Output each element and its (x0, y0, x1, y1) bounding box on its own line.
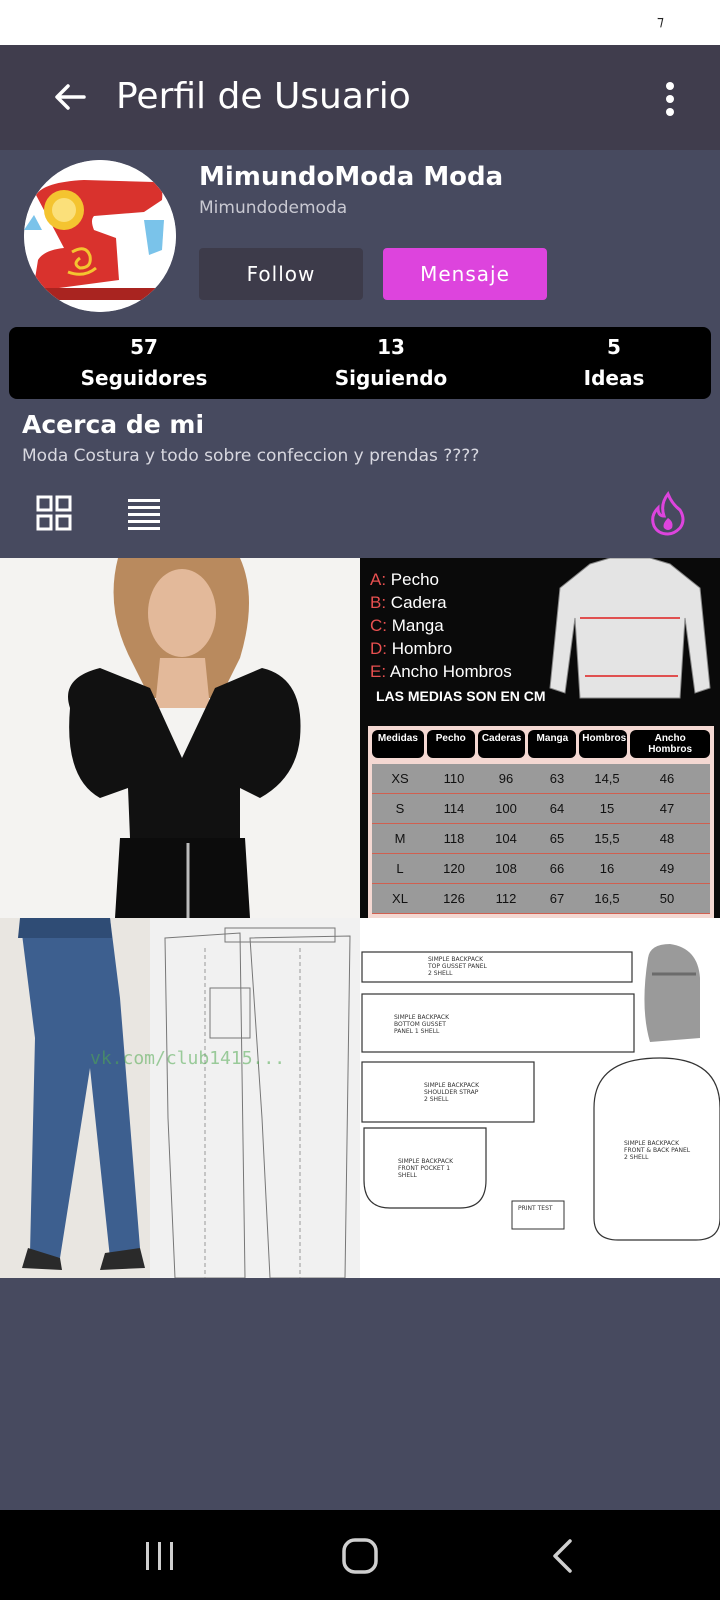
avatar[interactable] (24, 160, 176, 312)
about-text: Moda Costura y todo sobre confeccion y p… (22, 446, 480, 466)
size-table-header: Medidas Pecho Caderas Manga Hombros Anch… (372, 730, 710, 758)
followers-label: Seguidores (80, 366, 208, 390)
signal-icon: ⁊ (657, 14, 664, 30)
recent-apps-icon[interactable] (142, 1540, 178, 1572)
post-tile-size-chart[interactable]: A: Pecho B: Cadera C: Manga D: Hombro E:… (360, 558, 720, 918)
follow-button[interactable]: Follow (199, 248, 363, 300)
stat-ideas[interactable]: 5 Ideas (534, 333, 694, 395)
page-title: Perfil de Usuario (116, 76, 411, 117)
legend-row-c: C: Manga (370, 616, 444, 635)
app-bar: Perfil de Usuario (0, 45, 720, 150)
ideas-count: 5 (607, 335, 621, 359)
system-nav-bar (0, 1510, 720, 1600)
profile-handle: Mimundodemoda (199, 198, 348, 218)
size-note: LAS MEDIAS SON EN CM (376, 688, 546, 704)
legend-row-a: A: Pecho (370, 570, 439, 589)
jeans-pattern-image (0, 918, 360, 1278)
flame-icon[interactable] (650, 490, 686, 536)
back-arrow-icon[interactable] (50, 77, 90, 117)
sewing-machine-logo (24, 160, 176, 312)
table-row: XL 126 112 67 16,5 50 (372, 884, 710, 914)
legend-row-b: B: Cadera (370, 593, 447, 612)
status-bar: ⁊ (0, 0, 720, 45)
watermark-text: vk.com/club1415... (90, 1048, 286, 1069)
profile-name: MimundoModa Moda (199, 162, 504, 192)
table-row: M 118 104 65 15,5 48 (372, 824, 710, 854)
stat-followers[interactable]: 57 Seguidores (64, 333, 224, 395)
post-tile-jeans-pattern[interactable]: vk.com/club1415... (0, 918, 360, 1278)
size-table-body: XS 110 96 63 14,5 46 S 114 100 64 15 47 M 118 104 65 1… (372, 764, 710, 914)
legend-row-e: E: Ancho Hombros (370, 662, 512, 681)
home-icon[interactable] (340, 1536, 380, 1576)
post-tile-black-top[interactable] (0, 558, 360, 918)
nav-back-icon[interactable] (550, 1538, 574, 1574)
size-legend: A: Pecho B: Cadera C: Manga D: Hombro E:… (370, 568, 512, 683)
message-button[interactable]: Mensaje (383, 248, 547, 300)
backpack-label: SIMPLE BACKPACK BOTTOM GUSSET PANEL 1 SH… (394, 1014, 450, 1035)
backpack-pattern-image (360, 918, 720, 1278)
legend-row-d: D: Hombro (370, 639, 453, 658)
profile-header: MimundoModa Moda Mimundodemoda Follow Me… (0, 150, 720, 320)
stats-bar: 57 Seguidores 13 Siguiendo 5 Ideas (9, 327, 711, 399)
following-label: Siguiendo (334, 366, 448, 390)
list-view-icon[interactable] (127, 496, 161, 530)
backpack-label: SIMPLE BACKPACK SHOULDER STRAP 2 SHELL (424, 1082, 480, 1103)
table-row: S 114 100 64 15 47 (372, 794, 710, 824)
size-table: Medidas Pecho Caderas Manga Hombros Anch… (368, 726, 714, 918)
table-row: XS 110 96 63 14,5 46 (372, 764, 710, 794)
post-tile-backpack-pattern[interactable]: SIMPLE BACKPACK TOP GUSSET PANEL 2 SHELL… (360, 918, 720, 1278)
black-blouse-photo (0, 558, 360, 918)
about-title: Acerca de mi (22, 410, 205, 439)
more-options-icon[interactable] (658, 79, 682, 119)
followers-count: 57 (130, 335, 158, 359)
print-test-label: PRINT TEST (518, 1205, 553, 1212)
grid-view-icon[interactable] (36, 495, 72, 531)
stat-following[interactable]: 13 Siguiendo (311, 333, 471, 395)
backpack-label: SIMPLE BACKPACK FRONT POCKET 1 SHELL (398, 1158, 454, 1179)
following-count: 13 (377, 335, 405, 359)
backpack-label: SIMPLE BACKPACK TOP GUSSET PANEL 2 SHELL (428, 956, 487, 977)
ideas-label: Ideas (583, 366, 645, 390)
table-row: L 120 108 66 16 49 (372, 854, 710, 884)
backpack-label: SIMPLE BACKPACK FRONT & BACK PANEL 2 SHE… (624, 1140, 691, 1161)
